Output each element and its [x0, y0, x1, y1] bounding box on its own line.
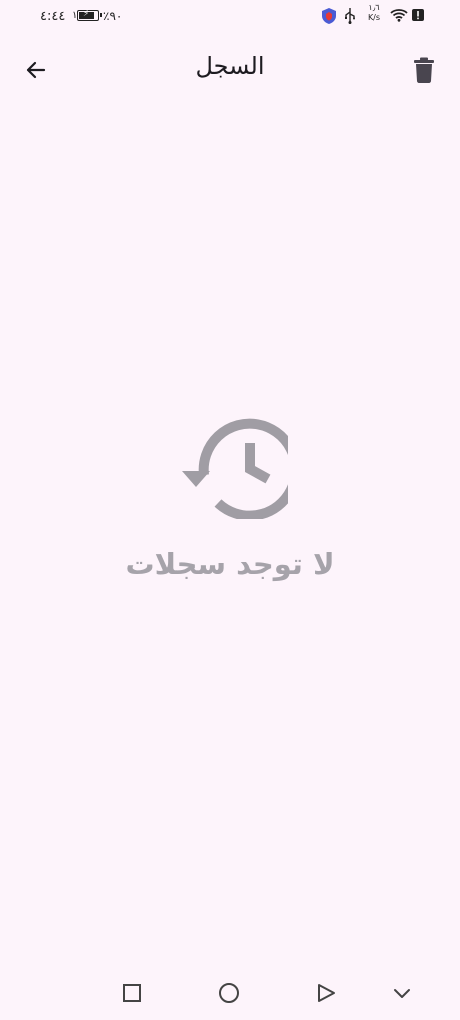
home-button[interactable] — [216, 980, 242, 1006]
net-speed: ١٫٦ K/s — [364, 3, 384, 23]
trash-icon — [414, 57, 434, 83]
back-triangle-icon — [318, 984, 335, 1002]
arrow-back-icon — [26, 61, 46, 79]
wifi-icon — [390, 9, 408, 22]
collapse-button[interactable] — [389, 980, 415, 1006]
status-time: ٤:٤٤ — [40, 9, 66, 24]
net-speed-value: ١٫٦ — [368, 3, 380, 12]
delete-all-button[interactable] — [406, 52, 442, 88]
history-icon — [182, 418, 288, 519]
nav-back-button[interactable] — [313, 980, 339, 1006]
battery-percent: ٪٩٠ — [103, 9, 123, 23]
usb-icon — [345, 8, 355, 24]
status-right-group: ١٫٦ K/s — [320, 0, 460, 34]
empty-message: لا توجد سجلات — [125, 547, 335, 581]
recents-square-icon — [123, 984, 141, 1002]
battery-charging-icon: ⚡ — [83, 9, 90, 19]
empty-state: لا توجد سجلات — [0, 415, 460, 581]
page-title: السجل — [195, 52, 265, 80]
home-circle-icon — [219, 983, 239, 1003]
net-speed-unit: K/s — [367, 13, 381, 22]
recents-button[interactable] — [119, 980, 145, 1006]
shield-icon — [322, 8, 336, 24]
system-nav-bar — [0, 966, 460, 1020]
app-bar: السجل — [0, 40, 460, 98]
collapse-chevron-icon — [394, 989, 410, 998]
alert-icon — [412, 9, 424, 21]
battery-icon: ⚡ — [77, 9, 102, 21]
status-bar: ٤:٤٤ ١ ⚡ ٪٩٠ ١٫٦ K/s — [0, 0, 460, 34]
back-button[interactable] — [18, 52, 54, 88]
